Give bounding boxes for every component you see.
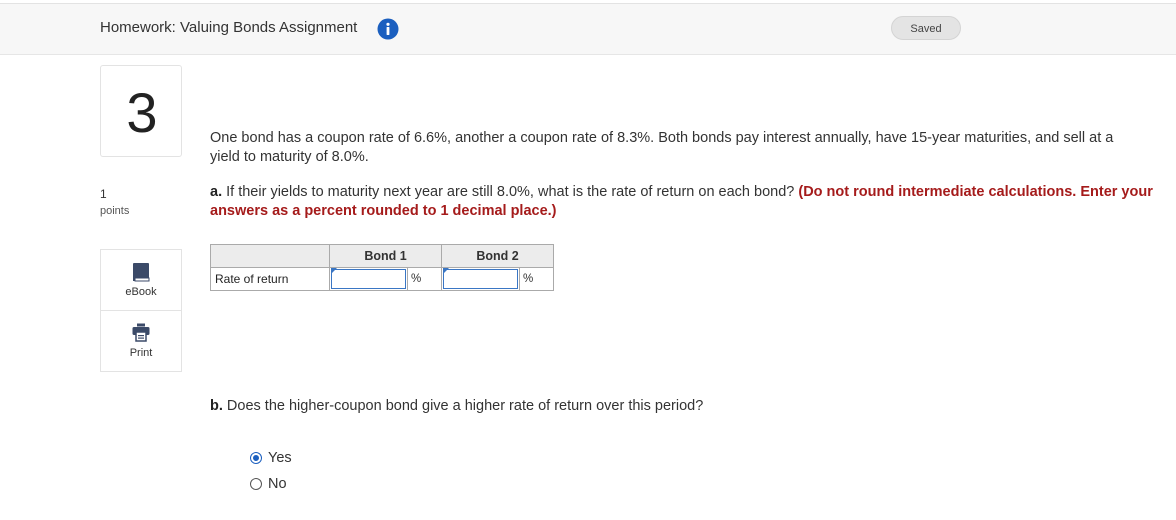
points-label: points [100, 205, 130, 217]
part-b-text: Does the higher-coupon bond give a highe… [222, 398, 704, 414]
assignment-header: Homework: Valuing Bonds Assignment Saved [0, 4, 1176, 55]
rate-of-return-label: Rate of return [210, 267, 330, 291]
radio-yes-selected[interactable] [250, 452, 262, 464]
option-no-label: No [268, 476, 287, 492]
cell-marker-icon [331, 268, 337, 274]
bond-1-percent-unit: % [407, 267, 442, 291]
assignment-title: Homework: Valuing Bonds Assignment [100, 19, 358, 36]
book-icon [133, 263, 150, 282]
question-stem: One bond has a coupon rate of 6.6%, anot… [210, 130, 1114, 165]
option-yes[interactable]: Yes [250, 450, 292, 466]
option-yes-label: Yes [268, 450, 292, 466]
answer-table-header-row: Bond 1 Bond 2 [210, 244, 554, 268]
table-corner-cell [210, 244, 330, 268]
bond-1-rate-input[interactable] [331, 269, 406, 289]
cell-marker-icon [443, 268, 449, 274]
part-b-prefix: b. [210, 398, 223, 414]
bond-2-percent-unit: % [519, 267, 554, 291]
printer-icon [132, 323, 150, 342]
question-number: 3 [126, 81, 158, 144]
bond-2-input-cell [441, 267, 520, 291]
part-b-prompt: b. Does the higher-coupon bond give a hi… [210, 398, 703, 414]
part-a-prompt: a. If their yields to maturity next year… [210, 183, 1160, 221]
bond-2-header: Bond 2 [441, 244, 554, 268]
question-tools: eBook Print [100, 249, 182, 372]
answer-table: Bond 1 Bond 2 Rate of return % % [210, 244, 554, 291]
bond-1-input-cell [329, 267, 408, 291]
print-label: Print [129, 347, 153, 359]
info-icon[interactable] [377, 18, 399, 40]
ebook-button[interactable]: eBook [101, 250, 181, 310]
print-button[interactable]: Print [101, 311, 181, 371]
radio-no[interactable] [250, 478, 262, 490]
bond-2-rate-input[interactable] [443, 269, 518, 289]
points-value: 1 [100, 187, 107, 201]
option-no[interactable]: No [250, 476, 287, 492]
saved-status-badge: Saved [891, 16, 961, 40]
part-a-text: If their yields to maturity next year ar… [222, 184, 799, 200]
ebook-label: eBook [125, 286, 157, 298]
part-a-prefix: a. [210, 184, 223, 200]
rate-of-return-row: Rate of return % % [210, 267, 554, 291]
bond-1-header: Bond 1 [329, 244, 442, 268]
question-number-box: 3 [100, 65, 182, 157]
